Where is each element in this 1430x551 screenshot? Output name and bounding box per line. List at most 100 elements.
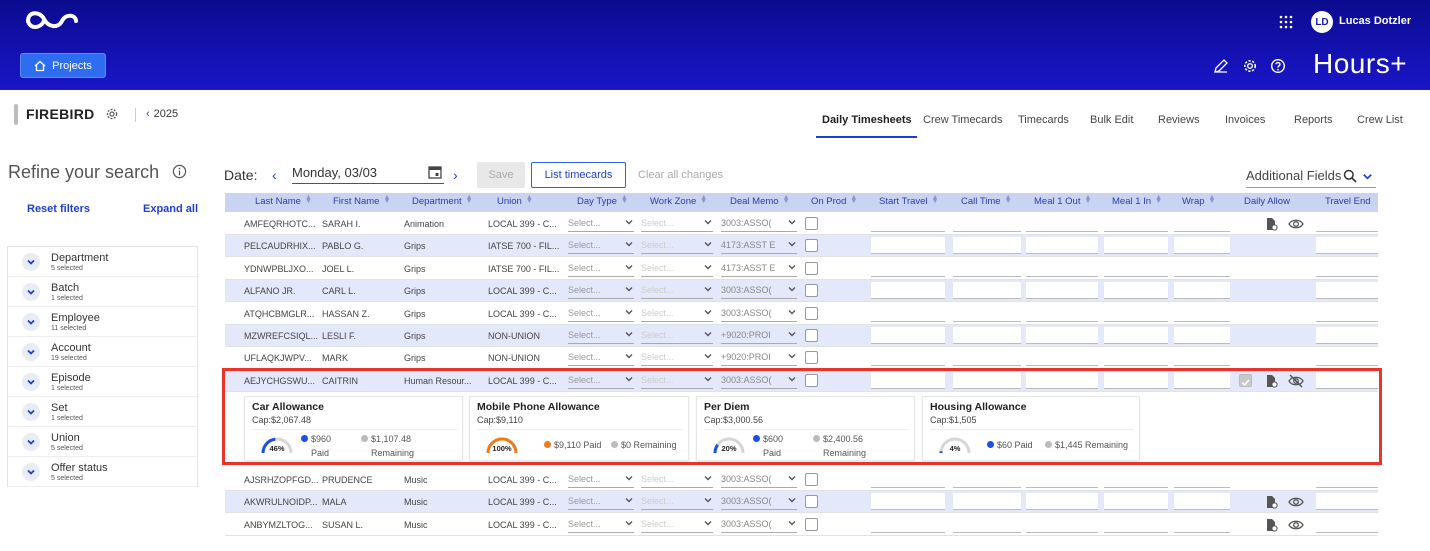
- meal-1-in-input[interactable]: [1104, 516, 1168, 533]
- column-header-meal-1-out[interactable]: Meal 1 Out ▲ ▼: [1034, 194, 1091, 207]
- travel-end-input[interactable]: [1316, 516, 1378, 533]
- table-row[interactable]: PELCAUDRHIX... PABLO G. Grips IATSE 700 - F…: [225, 235, 1378, 257]
- start-travel-input[interactable]: [871, 215, 945, 232]
- help-icon[interactable]: [1270, 58, 1286, 74]
- filter-batch[interactable]: Batch 1 selected: [8, 277, 199, 307]
- chevron-down-icon[interactable]: [22, 313, 40, 331]
- column-header-deal-memo[interactable]: Deal Memo ▲ ▼: [730, 194, 790, 207]
- apps-grid-icon[interactable]: [1279, 15, 1293, 29]
- start-travel-input[interactable]: [871, 237, 945, 254]
- day-type-select[interactable]: Select...: [568, 282, 634, 299]
- deal-memo-select[interactable]: 4173:ASST E: [721, 237, 797, 254]
- start-travel-input[interactable]: [871, 282, 945, 299]
- document-icon[interactable]: [1264, 217, 1278, 231]
- sort-icon[interactable]: ▲ ▼: [850, 194, 857, 205]
- meal-1-in-input[interactable]: [1104, 493, 1168, 510]
- meal-1-in-input[interactable]: [1104, 237, 1168, 254]
- wrap-input[interactable]: [1174, 260, 1230, 277]
- travel-end-input[interactable]: [1316, 327, 1378, 344]
- start-travel-input[interactable]: [871, 260, 945, 277]
- document-icon[interactable]: [1264, 495, 1278, 509]
- on-prod-checkbox[interactable]: [805, 329, 818, 342]
- chevron-down-icon[interactable]: [22, 403, 40, 421]
- column-header-daily-allow[interactable]: Daily Allow: [1244, 196, 1290, 207]
- list-timecards-button[interactable]: List timecards: [531, 162, 626, 188]
- meal-1-in-input[interactable]: [1104, 327, 1168, 344]
- chevron-down-icon[interactable]: [22, 433, 40, 451]
- day-type-select[interactable]: Select...: [568, 260, 634, 277]
- sort-icon[interactable]: ▲ ▼: [783, 194, 790, 205]
- on-prod-checkbox[interactable]: [805, 284, 818, 297]
- tab-crew-list[interactable]: Crew List: [1357, 114, 1403, 126]
- column-header-day-type[interactable]: Day Type ▲ ▼: [577, 194, 628, 207]
- eye-icon[interactable]: [1288, 518, 1304, 532]
- column-header-on-prod[interactable]: On Prod ▲ ▼: [811, 194, 857, 207]
- tab-timecards[interactable]: Timecards: [1018, 114, 1069, 126]
- meal-1-out-input[interactable]: [1026, 516, 1098, 533]
- save-button[interactable]: Save: [477, 162, 525, 188]
- deal-memo-select[interactable]: 3003:ASSO(: [721, 516, 797, 533]
- document-icon[interactable]: [1264, 518, 1278, 532]
- deal-memo-select[interactable]: +9020:PROI: [721, 327, 797, 344]
- day-type-select[interactable]: Select...: [568, 471, 634, 488]
- sort-icon[interactable]: ▲ ▼: [526, 194, 533, 205]
- sort-icon[interactable]: ▲ ▼: [621, 194, 628, 205]
- sort-icon[interactable]: ▲ ▼: [305, 194, 312, 205]
- call-time-input[interactable]: [953, 282, 1021, 299]
- travel-end-input[interactable]: [1316, 282, 1378, 299]
- work-zone-select[interactable]: Select...: [641, 493, 713, 510]
- table-row[interactable]: YDNWPBLJXO... JOEL L. Grips IATSE 700 - FIL…: [225, 258, 1378, 280]
- travel-end-input[interactable]: [1316, 493, 1378, 510]
- day-type-select[interactable]: Select...: [568, 237, 634, 254]
- call-time-input[interactable]: [953, 237, 1021, 254]
- meal-1-out-input[interactable]: [1026, 493, 1098, 510]
- work-zone-select[interactable]: Select...: [641, 305, 713, 322]
- production-settings-icon[interactable]: [105, 107, 119, 121]
- day-type-select[interactable]: Select...: [568, 327, 634, 344]
- meal-1-in-input[interactable]: [1104, 349, 1168, 366]
- eye-icon[interactable]: [1288, 217, 1304, 231]
- travel-end-input[interactable]: [1316, 237, 1378, 254]
- table-row[interactable]: MZWREFCSIQL... LESLI F. Grips NON-UNION Sele…: [225, 325, 1378, 347]
- wrap-input[interactable]: [1174, 493, 1230, 510]
- start-travel-input[interactable]: [871, 327, 945, 344]
- filter-episode[interactable]: Episode 1 selected: [8, 367, 199, 397]
- call-time-input[interactable]: [953, 493, 1021, 510]
- meal-1-in-input[interactable]: [1104, 471, 1168, 488]
- chevron-down-icon[interactable]: [22, 373, 40, 391]
- work-zone-select[interactable]: Select...: [641, 516, 713, 533]
- start-travel-input[interactable]: [871, 493, 945, 510]
- meal-1-out-input[interactable]: [1026, 260, 1098, 277]
- meal-1-in-input[interactable]: [1104, 282, 1168, 299]
- work-zone-select[interactable]: Select...: [641, 471, 713, 488]
- filter-department[interactable]: Department 5 selected: [8, 247, 199, 277]
- wrap-input[interactable]: [1174, 305, 1230, 322]
- deal-memo-select[interactable]: 3003:ASSO(: [721, 282, 797, 299]
- column-header-travel-end[interactable]: Travel End: [1325, 196, 1371, 207]
- meal-1-out-input[interactable]: [1026, 305, 1098, 322]
- on-prod-checkbox[interactable]: [805, 351, 818, 364]
- work-zone-select[interactable]: Select...: [641, 349, 713, 366]
- travel-end-input[interactable]: [1316, 349, 1378, 366]
- deal-memo-select[interactable]: +9020:PROI: [721, 349, 797, 366]
- start-travel-input[interactable]: [871, 516, 945, 533]
- travel-end-input[interactable]: [1316, 215, 1378, 232]
- filter-union[interactable]: Union 5 selected: [8, 427, 199, 457]
- wrap-input[interactable]: [1174, 237, 1230, 254]
- column-header-call-time[interactable]: Call Time ▲ ▼: [961, 194, 1012, 207]
- on-prod-checkbox[interactable]: [805, 473, 818, 486]
- sort-icon[interactable]: ▲ ▼: [932, 194, 939, 205]
- call-time-input[interactable]: [953, 471, 1021, 488]
- next-day-icon[interactable]: ›: [453, 167, 458, 183]
- wrap-input[interactable]: [1174, 215, 1230, 232]
- calendar-icon[interactable]: [428, 165, 442, 179]
- meal-1-out-input[interactable]: [1026, 471, 1098, 488]
- tab-bulk-edit[interactable]: Bulk Edit: [1090, 114, 1133, 126]
- day-type-select[interactable]: Select...: [568, 493, 634, 510]
- reset-filters-link[interactable]: Reset filters: [27, 203, 90, 215]
- eye-icon[interactable]: [1288, 495, 1304, 509]
- table-row[interactable]: AMFEQRHOTC... SARAH I. Animation LOCAL 399 …: [225, 213, 1378, 235]
- tab-daily-timesheets[interactable]: Daily Timesheets: [822, 114, 912, 126]
- work-zone-select[interactable]: Select...: [641, 260, 713, 277]
- filter-set[interactable]: Set 1 selected: [8, 397, 199, 427]
